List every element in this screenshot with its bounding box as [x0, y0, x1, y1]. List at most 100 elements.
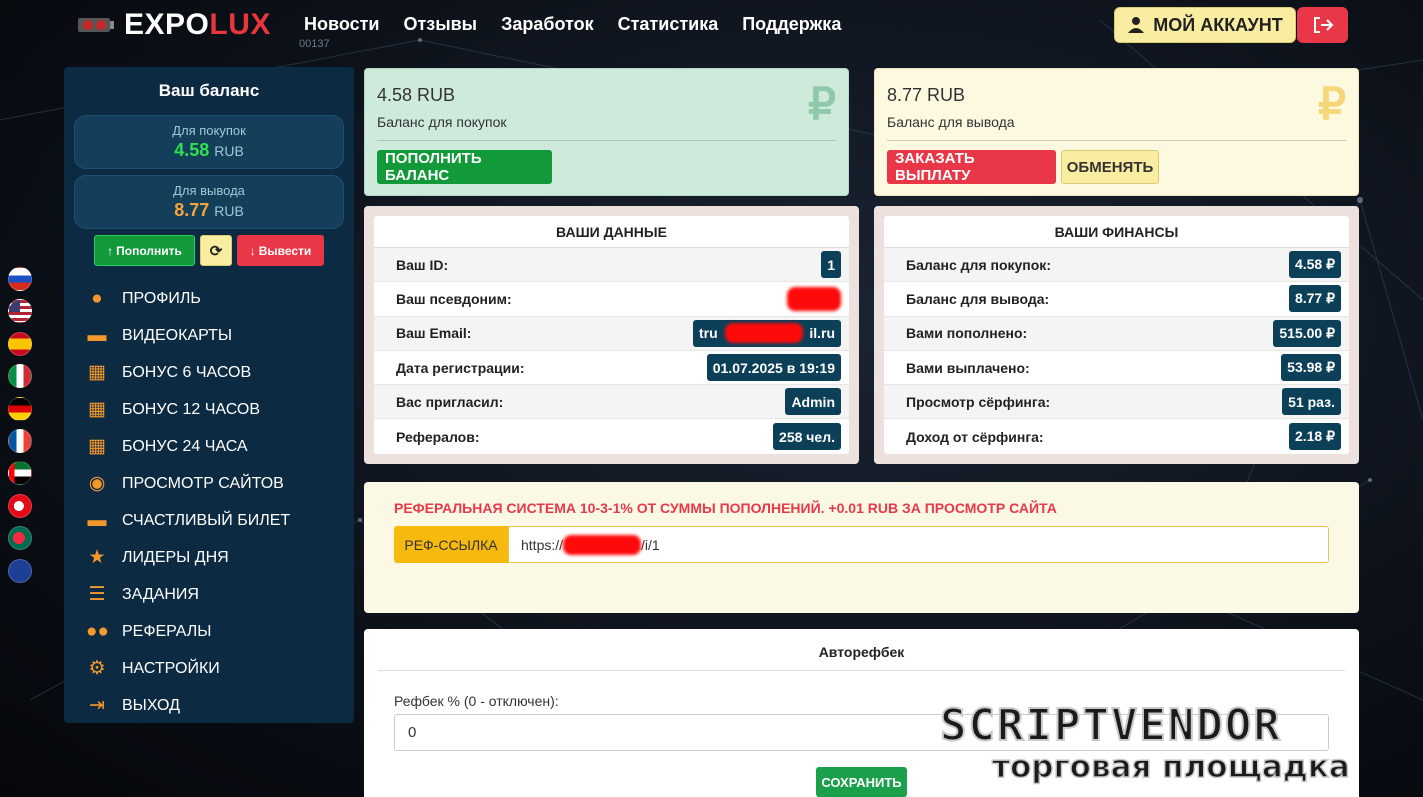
menu-videocards[interactable]: ▬ ВИДЕОКАРТЫ [64, 317, 354, 354]
row-label: Ваш псевдоним: [396, 290, 512, 307]
menu-bonus-6h[interactable]: ▦ БОНУС 6 ЧАСОВ [64, 354, 354, 391]
flag-de-icon[interactable] [8, 396, 32, 421]
flag-fr-icon[interactable] [8, 428, 32, 453]
logout-button[interactable] [1297, 7, 1348, 43]
my-account-button[interactable]: МОЙ АККАУНТ [1114, 7, 1296, 43]
purchase-currency: RUB [214, 143, 244, 159]
withdraw-balance-caption: Баланс для вывода [887, 114, 1015, 130]
menu-label: ЛИДЕРЫ ДНЯ [122, 548, 229, 566]
sidebar-title: Ваш баланс [158, 81, 260, 100]
flag-es-icon[interactable] [8, 331, 32, 356]
topup-balance-button[interactable]: ПОПОЛНИТЬ БАЛАНС [377, 150, 552, 184]
withdraw-label: Вывести [258, 243, 312, 258]
flag-fk-icon[interactable] [8, 558, 32, 583]
menu-bonus-12h[interactable]: ▦ БОНУС 12 ЧАСОВ [64, 391, 354, 428]
row-value: 8.77 ₽ [1288, 285, 1341, 313]
withdraw-balance-amount: 8.77 RUB [887, 85, 966, 105]
logout-icon [1313, 17, 1333, 33]
logout-icon: ⇥ [89, 694, 105, 716]
sidebar-menu: ● ПРОФИЛЬ ▬ ВИДЕОКАРТЫ ▦ БОНУС 6 ЧАСОВ ▦ БОН… [64, 280, 354, 724]
ruble-icon: ₽ [808, 80, 836, 129]
logo-main: EXPO [124, 8, 210, 41]
menu-referrals[interactable]: ●● РЕФЕРАЛЫ [64, 613, 354, 650]
top-header: EXPOLUX 00137 Новости Отзывы Заработок С… [0, 0, 1423, 56]
data-row-invited-by: Вас пригласил: Admin [374, 385, 849, 420]
flag-tr-icon[interactable] [8, 493, 32, 518]
refresh-icon: ⟳ [209, 242, 223, 260]
site-logo[interactable]: EXPOLUX [76, 8, 271, 42]
ref-link-label: РЕФ-ССЫЛКА [394, 526, 508, 563]
email-start: tru [699, 325, 718, 342]
row-value: 01.07.2025 в 19:19 [706, 354, 841, 382]
row-label: Ваш ID: [396, 256, 449, 273]
scriptvendor-watermark: SCRIPTVENDOR торговая площадка [939, 700, 1351, 785]
menu-settings[interactable]: ⚙ НАСТРОЙКИ [64, 650, 354, 687]
purchase-balance-label: Для покупок [172, 123, 246, 138]
menu-profile[interactable]: ● ПРОФИЛЬ [64, 280, 354, 317]
menu-lucky-ticket[interactable]: ▬ СЧАСТЛИВЫЙ БИЛЕТ [64, 502, 354, 539]
card-icon: ▬ [87, 324, 107, 346]
language-flags [8, 267, 32, 591]
save-button[interactable]: СОХРАНИТЬ [816, 767, 907, 797]
ref-link-start: https:// [521, 536, 564, 553]
menu-bonus-24h[interactable]: ▦ БОНУС 24 ЧАСА [64, 428, 354, 465]
redacted-email [724, 323, 803, 344]
data-row-id: Ваш ID: 1 [374, 248, 849, 283]
row-label: Баланс для вывода: [906, 290, 1050, 307]
finance-row: Вами пополнено: 515.00 ₽ [884, 316, 1349, 351]
flag-bd-icon[interactable] [8, 526, 32, 551]
logo-text: EXPOLUX [124, 8, 271, 42]
main-nav: Новости Отзывы Заработок Статистика Подд… [304, 14, 841, 35]
withdraw-currency: RUB [214, 203, 244, 219]
gift-icon: ▦ [88, 361, 106, 383]
refresh-button[interactable]: ⟳ [200, 235, 232, 266]
logo-accent: LUX [209, 8, 271, 41]
menu-tasks[interactable]: ☰ ЗАДАНИЯ [64, 576, 354, 613]
divider [377, 140, 836, 141]
gift-icon: ▦ [88, 435, 106, 457]
nav-news[interactable]: Новости [304, 14, 379, 35]
menu-label: ВЫХОД [122, 696, 180, 714]
gear-icon: ⚙ [88, 657, 106, 679]
row-value: 1 [821, 251, 841, 279]
flag-ae-icon[interactable] [8, 461, 32, 486]
user-icon: ● [91, 287, 103, 309]
row-label: Рефералов: [396, 428, 480, 445]
row-label: Вами выплачено: [906, 359, 1030, 376]
menu-label: РЕФЕРАЛЫ [122, 622, 212, 640]
nav-stats[interactable]: Статистика [618, 14, 719, 35]
purchase-balance-card: 4.58 RUB Баланс для покупок ₽ ПОПОЛНИТЬ … [364, 68, 849, 196]
ticket-icon: ▬ [87, 509, 107, 531]
flag-us-icon[interactable] [8, 299, 32, 324]
menu-logout[interactable]: ⇥ ВЫХОД [64, 687, 354, 724]
row-label: Ваш Email: [396, 325, 472, 342]
finance-row: Баланс для покупок: 4.58 ₽ [884, 248, 1349, 283]
sidebar-topup-button[interactable]: ↑ Пополнить [94, 235, 195, 266]
row-value: 258 чел. [773, 423, 841, 451]
your-finance-card: ВАШИ ФИНАНСЫ Баланс для покупок: 4.58 ₽ Б… [874, 206, 1359, 464]
flag-it-icon[interactable] [8, 364, 32, 389]
nav-earnings[interactable]: Заработок [501, 14, 594, 35]
finance-row: Вами выплачено: 53.98 ₽ [884, 351, 1349, 386]
online-counter: 00137 [299, 38, 330, 50]
nav-reviews[interactable]: Отзывы [403, 14, 477, 35]
menu-label: ПРОФИЛЬ [122, 289, 201, 307]
your-data-card: ВАШИ ДАННЫЕ Ваш ID: 1 Ваш псевдоним: Ваш … [364, 206, 859, 464]
row-label: Просмотр сёрфинга: [906, 393, 1051, 410]
menu-leaders[interactable]: ★ ЛИДЕРЫ ДНЯ [64, 539, 354, 576]
exchange-button[interactable]: ОБМЕНЯТЬ [1061, 150, 1159, 184]
sidebar-withdraw-button[interactable]: ↓ Вывести [237, 235, 324, 266]
order-payout-button[interactable]: ЗАКАЗАТЬ ВЫПЛАТУ [887, 150, 1056, 184]
nav-support[interactable]: Поддержка [742, 14, 841, 35]
finance-row: Доход от сёрфинга: 2.18 ₽ [884, 419, 1349, 453]
menu-view-sites[interactable]: ◉ ПРОСМОТР САЙТОВ [64, 465, 354, 502]
ref-link-input[interactable]: https:// /i/1 [508, 526, 1329, 563]
menu-label: ПРОСМОТР САЙТОВ [122, 474, 284, 492]
row-label: Вами пополнено: [906, 325, 1028, 342]
row-value: 4.58 ₽ [1288, 251, 1341, 279]
watermark-title: SCRIPTVENDOR [939, 700, 1282, 751]
row-value: Admin [785, 388, 841, 416]
flag-ru-icon[interactable] [8, 267, 32, 291]
my-account-label: МОЙ АККАУНТ [1153, 14, 1283, 35]
row-label: Вас пригласил: [396, 393, 504, 410]
